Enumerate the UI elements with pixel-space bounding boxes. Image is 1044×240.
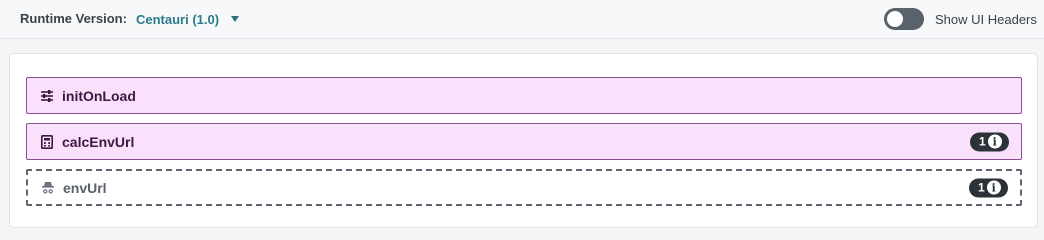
node-envurl[interactable]: envUrl 1 i [26, 169, 1022, 206]
node-badge[interactable]: 1 i [970, 132, 1009, 151]
node-title: calcEnvUrl [62, 133, 135, 150]
toggle-knob[interactable] [887, 11, 903, 27]
incognito-icon [41, 181, 55, 195]
runtime-version-value[interactable]: Centauri (1.0) [136, 12, 219, 27]
calculator-icon [40, 134, 54, 149]
node-initonload[interactable]: initOnLoad [26, 77, 1022, 114]
badge-count: 1 [978, 180, 985, 195]
caret-down-icon[interactable] [231, 16, 240, 22]
node-title: initOnLoad [62, 87, 136, 104]
runtime-version-select[interactable]: Centauri (1.0) [136, 10, 240, 28]
info-icon[interactable]: i [986, 180, 1001, 195]
node-calcenvurl[interactable]: calcEnvUrl 1 i [26, 123, 1022, 160]
show-ui-headers-toggle[interactable] [884, 8, 924, 30]
runtime-version-label: Runtime Version: [20, 11, 127, 26]
badge-count: 1 [979, 134, 986, 149]
sliders-icon [40, 89, 54, 103]
node-title: envUrl [63, 179, 107, 196]
top-bar: Runtime Version: Centauri (1.0) Show UI … [0, 0, 1044, 39]
info-icon[interactable]: i [987, 134, 1002, 149]
flow-panel: initOnLoad calcEnvUrl 1 i envUrl 1 i [9, 53, 1038, 228]
node-badge[interactable]: 1 i [969, 178, 1008, 197]
show-ui-headers-label: Show UI Headers [935, 12, 1037, 27]
